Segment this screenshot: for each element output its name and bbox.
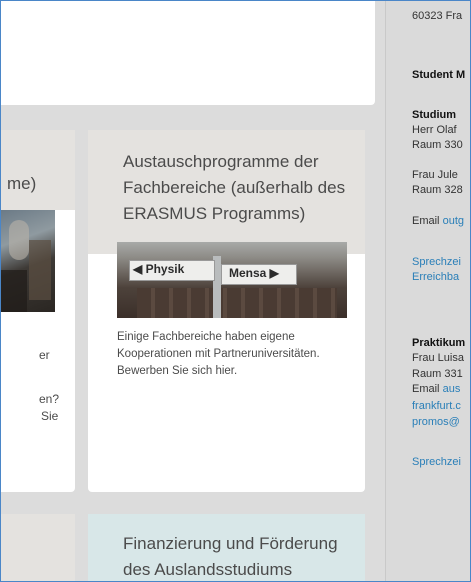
email-link-secondary[interactable]: promos@ — [412, 416, 460, 428]
contact-name: Frau Luisa — [412, 352, 464, 364]
card-text-line: er — [39, 348, 50, 362]
contact-name: Frau Jule — [412, 169, 458, 181]
street-sign-image: ◀ Physik Mensa ▶ — [117, 242, 347, 318]
availability-link[interactable]: Erreichba — [412, 271, 459, 283]
email-line: Email outg — [412, 215, 464, 227]
top-banner-card — [1, 1, 375, 105]
contact-room: Raum 331 — [412, 368, 463, 380]
sign-label-right: Mensa ▶ — [229, 266, 279, 280]
card-text-line: Kooperationen mit Partneruniversitäten. — [117, 348, 320, 360]
email-label: Email — [412, 215, 440, 227]
card-title-line[interactable]: Austauschprogramme der — [123, 152, 319, 172]
email-label: Email — [412, 383, 440, 395]
bottom-left-card[interactable] — [1, 514, 75, 581]
card-text-line: Sie — [41, 409, 59, 423]
email-link[interactable]: aus — [443, 383, 461, 395]
email-link[interactable]: outg — [443, 215, 464, 227]
card-title-line[interactable]: Fachbereiche (außerhalb des — [123, 178, 345, 198]
contact-name: Herr Olaf — [412, 124, 457, 136]
partner-card[interactable]: me) er en? Sie — [1, 130, 75, 492]
funding-card[interactable]: Finanzierung und Förderung des Auslandss… — [88, 514, 365, 581]
card-title-line[interactable]: des Auslandsstudiums — [123, 560, 292, 580]
address-line: 60323 Fra — [412, 10, 463, 22]
card-image — [1, 210, 55, 312]
email-link-continued[interactable]: frankfurt.c — [412, 400, 461, 412]
card-header — [1, 130, 75, 210]
contact-sidebar: 60323 Fra Student M Studium Herr Olaf Ra… — [385, 1, 470, 581]
exchange-programs-card[interactable]: Austauschprogramme der Fachbereiche (auß… — [88, 130, 365, 492]
contact-room: Raum 330 — [412, 139, 463, 151]
card-title-line[interactable]: Finanzierung und Förderung — [123, 534, 338, 554]
office-hours-link[interactable]: Sprechzei — [412, 256, 461, 268]
card-text-line: Einige Fachbereiche haben eigene — [117, 331, 295, 343]
sign-label-left: ◀ Physik — [133, 262, 185, 276]
praktikum-heading: Praktikum — [412, 337, 466, 349]
office-hours-link[interactable]: Sprechzei — [412, 456, 461, 468]
browser-frame: me) er en? Sie Austauschprogramme der Fa… — [0, 0, 471, 582]
card-title-line[interactable]: ERASMUS Programms) — [123, 204, 305, 224]
card-text-line: Bewerben Sie sich hier. — [117, 365, 238, 377]
student-heading: Student M — [412, 69, 466, 81]
card-header — [1, 514, 75, 581]
card-text-line: en? — [39, 392, 60, 406]
email-line: Email aus — [412, 383, 460, 395]
studium-heading: Studium — [412, 109, 456, 121]
card-title: me) — [7, 174, 37, 193]
contact-room: Raum 328 — [412, 184, 463, 196]
